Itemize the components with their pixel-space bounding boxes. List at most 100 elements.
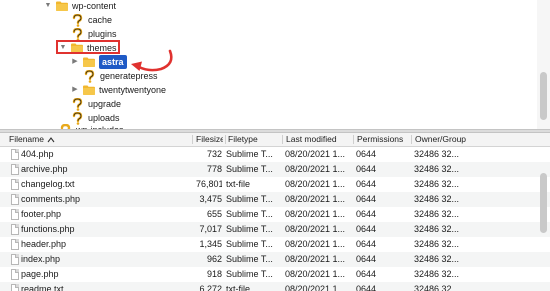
file-list-scrollbar-thumb[interactable] (540, 173, 547, 233)
tree-item-wp-content[interactable]: ▼ wp-content (44, 0, 116, 13)
file-name: page.php (21, 269, 59, 279)
file-type: Sublime T... (226, 164, 273, 174)
file-size: 1,345 (199, 239, 222, 249)
tree-item-twentytwentyone[interactable]: ▶ twentytwentyone (71, 83, 166, 97)
tree-item-label: upgrade (88, 99, 122, 109)
file-row-page-php[interactable]: page.php 918 Sublime T... 08/20/2021 1..… (0, 267, 550, 282)
tree-item-label: plugins (88, 29, 117, 39)
chevron-right-icon[interactable]: ▶ (71, 83, 79, 97)
file-row-changelog-txt[interactable]: changelog.txt 76,801 txt-file 08/20/2021… (0, 177, 550, 192)
file-size: 655 (206, 209, 222, 219)
file-row-footer-php[interactable]: footer.php 655 Sublime T... 08/20/2021 1… (0, 207, 550, 222)
file-type: txt-file (226, 179, 251, 189)
column-header-filesize[interactable]: Filesize (196, 133, 223, 146)
file-name: comments.php (21, 194, 81, 204)
file-owner-group: 32486 32... (414, 254, 460, 264)
file-owner-group: 32486 32... (414, 179, 460, 189)
column-divider[interactable] (225, 135, 226, 144)
file-type: Sublime T... (226, 269, 273, 279)
file-permissions: 0644 (356, 209, 377, 219)
file-icon (11, 209, 19, 220)
unknown-folder-icon (72, 27, 83, 41)
file-type: Sublime T... (226, 254, 273, 264)
directory-tree[interactable]: ▼ wp-content cache plugins ▼ themes ▶ as… (0, 0, 550, 129)
file-type: Sublime T... (226, 224, 273, 234)
column-header-filetype[interactable]: Filetype (228, 133, 280, 146)
folder-icon (56, 1, 68, 11)
file-name: header.php (21, 239, 67, 249)
file-row-functions-php[interactable]: functions.php 7,017 Sublime T... 08/20/2… (0, 222, 550, 237)
file-modified: 08/20/2021 1... (285, 284, 346, 291)
file-name: changelog.txt (21, 179, 75, 189)
annotation-arrow-icon (131, 49, 173, 72)
file-owner-group: 32486 32... (414, 284, 460, 291)
unknown-folder-icon (72, 97, 83, 111)
column-divider[interactable] (353, 135, 354, 144)
file-size: 6,272 (199, 284, 222, 291)
column-divider[interactable] (411, 135, 412, 144)
file-modified: 08/20/2021 1... (285, 269, 346, 279)
unknown-folder-icon (84, 69, 95, 83)
file-name: 404.php (21, 149, 54, 159)
file-permissions: 0644 (356, 284, 377, 291)
unknown-folder-icon (72, 13, 83, 27)
file-row-index-php[interactable]: index.php 962 Sublime T... 08/20/2021 1.… (0, 252, 550, 267)
file-size: 3,475 (199, 194, 222, 204)
tree-item-upgrade[interactable]: upgrade (72, 97, 121, 111)
file-row-comments-php[interactable]: comments.php 3,475 Sublime T... 08/20/20… (0, 192, 550, 207)
file-list[interactable]: Filename Filesize Filetype Last modified… (0, 133, 550, 291)
file-permissions: 0644 (356, 179, 377, 189)
file-size: 76,801 (196, 179, 222, 189)
file-permissions: 0644 (356, 149, 377, 159)
file-permissions: 0644 (356, 164, 377, 174)
file-row-header-php[interactable]: header.php 1,345 Sublime T... 08/20/2021… (0, 237, 550, 252)
file-type: Sublime T... (226, 209, 273, 219)
chevron-right-icon[interactable]: ▶ (71, 55, 79, 69)
file-size: 918 (206, 269, 222, 279)
tree-item-cache[interactable]: cache (72, 13, 112, 27)
file-modified: 08/20/2021 1... (285, 149, 346, 159)
tree-item-label: twentytwentyone (99, 85, 167, 95)
file-row-readme-txt[interactable]: readme.txt 6,272 txt-file 08/20/2021 1..… (0, 282, 550, 291)
file-owner-group: 32486 32... (414, 239, 460, 249)
file-icon (11, 254, 19, 265)
file-modified: 08/20/2021 1... (285, 239, 346, 249)
file-permissions: 0644 (356, 269, 377, 279)
tree-scrollbar-thumb[interactable] (540, 72, 547, 120)
column-header-permissions[interactable]: Permissions (357, 133, 411, 146)
column-header-last-modified[interactable]: Last modified (286, 133, 352, 146)
file-list-header: Filename Filesize Filetype Last modified… (0, 133, 550, 147)
column-divider[interactable] (192, 135, 193, 144)
tree-item-label: cache (88, 15, 113, 25)
tree-item-plugins[interactable]: plugins (72, 27, 117, 41)
file-name: archive.php (21, 164, 68, 174)
file-type: txt-file (226, 284, 251, 291)
file-owner-group: 32486 32... (414, 164, 460, 174)
file-permissions: 0644 (356, 254, 377, 264)
file-name: footer.php (21, 209, 62, 219)
file-icon (11, 179, 19, 190)
column-divider[interactable] (282, 135, 283, 144)
chevron-down-icon[interactable]: ▼ (44, 0, 52, 13)
file-owner-group: 32486 32... (414, 194, 460, 204)
file-name: index.php (21, 254, 61, 264)
column-header-owner-group[interactable]: Owner/Group (415, 133, 485, 146)
file-icon (11, 149, 19, 160)
file-icon (11, 224, 19, 235)
sort-ascending-icon (47, 137, 55, 143)
file-owner-group: 32486 32... (414, 269, 460, 279)
file-row-404-php[interactable]: 404.php 732 Sublime T... 08/20/2021 1...… (0, 147, 550, 162)
file-icon (11, 164, 19, 175)
annotation-highlight-box (56, 40, 120, 54)
file-modified: 08/20/2021 1... (285, 209, 346, 219)
file-name: functions.php (21, 224, 75, 234)
file-row-archive-php[interactable]: archive.php 778 Sublime T... 08/20/2021 … (0, 162, 550, 177)
folder-icon (83, 57, 95, 67)
file-type: Sublime T... (226, 149, 273, 159)
file-icon (11, 269, 19, 280)
file-modified: 08/20/2021 1... (285, 224, 346, 234)
file-name: readme.txt (21, 284, 64, 291)
file-size: 732 (206, 149, 222, 159)
file-icon (11, 194, 19, 205)
file-icon (11, 239, 19, 250)
